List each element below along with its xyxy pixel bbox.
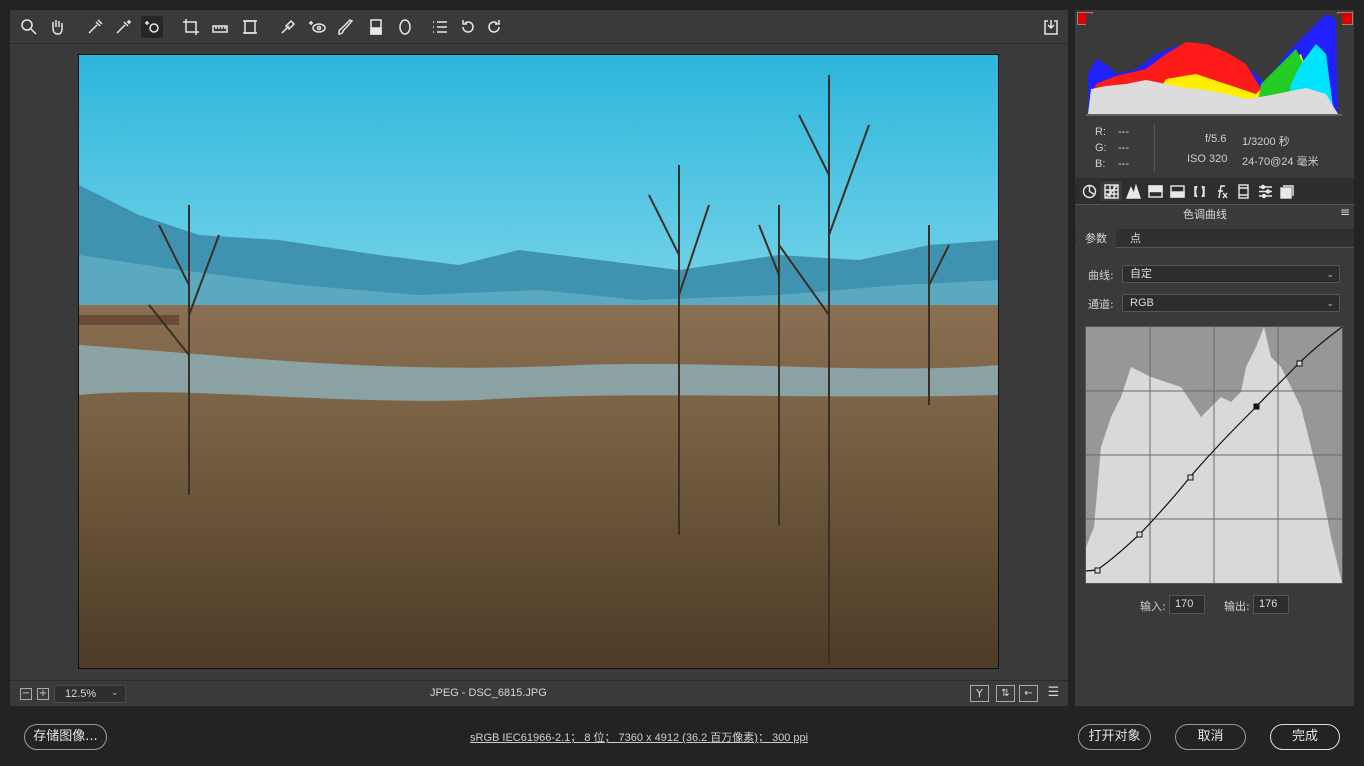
curve-preset-select[interactable]: 自定 ⌄: [1122, 265, 1340, 283]
white-balance-tool-icon[interactable]: [84, 16, 106, 38]
hsl-panel-icon[interactable]: [1144, 181, 1166, 201]
done-button[interactable]: 完成: [1270, 724, 1340, 750]
curve-label: 曲线:: [1088, 269, 1114, 282]
tool-bar: [10, 10, 1068, 44]
curve-point[interactable]: [1187, 474, 1194, 481]
save-image-button[interactable]: 存储图像...: [24, 724, 107, 750]
straighten-tool-icon[interactable]: [209, 16, 231, 38]
rotate-left-icon[interactable]: [457, 16, 479, 38]
panel-divider: [1075, 204, 1354, 205]
curve-point[interactable]: [1136, 531, 1143, 538]
curve-mode-tabs: 参数 点: [1075, 229, 1354, 248]
cancel-button[interactable]: 取消: [1175, 724, 1246, 750]
preferences-list-icon[interactable]: [429, 16, 451, 38]
channel-value: RGB: [1130, 297, 1154, 309]
info-divider: [1154, 124, 1155, 172]
transform-tool-icon[interactable]: [239, 16, 261, 38]
toggle-settings-icon[interactable]: ☰: [1044, 685, 1063, 702]
tab-parametric[interactable]: 参数: [1076, 229, 1116, 248]
shutter-value: 1/3200 秒: [1242, 136, 1290, 148]
workflow-options-link[interactable]: sRGB IEC61966-2.1； 8 位； 7360 x 4912 (36.…: [470, 729, 808, 745]
red-eye-tool-icon[interactable]: [306, 16, 328, 38]
targeted-adjustment-tool-icon[interactable]: [141, 16, 163, 38]
zoom-level-select[interactable]: 12.5% ⌄: [54, 685, 126, 703]
curve-point[interactable]: [1296, 360, 1303, 367]
chevron-down-icon: ⌄: [1326, 298, 1334, 308]
radial-filter-tool-icon[interactable]: [394, 16, 416, 38]
fullscreen-icon[interactable]: [1040, 16, 1062, 38]
snapshots-panel-icon[interactable]: [1276, 181, 1298, 201]
panel-tab-bar: [1075, 178, 1354, 204]
panel-menu-icon[interactable]: ≡: [1340, 205, 1350, 219]
before-after-view-icon[interactable]: Y: [970, 685, 989, 702]
panel-title: 色调曲线: [1183, 208, 1227, 221]
basic-panel-icon[interactable]: [1078, 181, 1100, 201]
rotate-right-icon[interactable]: [483, 16, 505, 38]
zoom-tool-icon[interactable]: [18, 16, 40, 38]
output-field[interactable]: 176: [1253, 595, 1289, 614]
presets-panel-icon[interactable]: [1254, 181, 1276, 201]
lens-corrections-panel-icon[interactable]: [1188, 181, 1210, 201]
landscape-photo: [79, 55, 998, 668]
detail-panel-icon[interactable]: [1122, 181, 1144, 201]
color-sampler-tool-icon[interactable]: [112, 16, 134, 38]
output-label: 输出:: [1224, 600, 1250, 613]
g-value: ---: [1118, 142, 1129, 154]
adjustment-brush-tool-icon[interactable]: [335, 16, 357, 38]
zoom-out-button[interactable]: −: [20, 688, 32, 700]
curve-point[interactable]: [1094, 567, 1101, 574]
file-name: JPEG - DSC_6815.JPG: [430, 687, 547, 699]
g-label: G:: [1095, 142, 1107, 154]
hand-tool-icon[interactable]: [46, 16, 68, 38]
input-field[interactable]: 170: [1169, 595, 1205, 614]
tab-point[interactable]: 点: [1121, 229, 1150, 248]
iso-value: ISO 320: [1187, 153, 1228, 165]
calibration-panel-icon[interactable]: [1232, 181, 1254, 201]
swap-settings-icon[interactable]: ⇅: [996, 685, 1015, 702]
zoom-level-value: 12.5%: [65, 688, 97, 700]
curve-preset-value: 自定: [1130, 268, 1152, 280]
curve-point-selected[interactable]: [1253, 403, 1260, 410]
graduated-filter-tool-icon[interactable]: [365, 16, 387, 38]
histogram: [1086, 14, 1342, 118]
r-label: R:: [1095, 126, 1106, 138]
photo-preview[interactable]: [78, 54, 999, 669]
b-label: B:: [1095, 158, 1106, 170]
input-label: 输入:: [1140, 600, 1166, 613]
spot-removal-tool-icon[interactable]: [277, 16, 299, 38]
b-value: ---: [1118, 158, 1129, 170]
tone-curve-panel-icon[interactable]: [1100, 181, 1122, 201]
channel-select[interactable]: RGB ⌄: [1122, 294, 1340, 312]
chevron-down-icon: ⌄: [111, 688, 119, 698]
lens-value: 24-70@24 毫米: [1242, 156, 1319, 168]
r-value: ---: [1118, 126, 1129, 138]
open-object-button[interactable]: 打开对象: [1078, 724, 1151, 750]
channel-label: 通道:: [1088, 298, 1114, 311]
aperture-value: f/5.6: [1205, 133, 1227, 145]
effects-panel-icon[interactable]: [1210, 181, 1232, 201]
split-toning-panel-icon[interactable]: [1166, 181, 1188, 201]
copy-settings-icon[interactable]: ←: [1019, 685, 1038, 702]
canvas-status-bar: − + 12.5% ⌄ JPEG - DSC_6815.JPG Y ⇅ ← ☰: [10, 680, 1068, 706]
zoom-in-button[interactable]: +: [37, 688, 49, 700]
chevron-down-icon: ⌄: [1326, 269, 1334, 279]
crop-tool-icon[interactable]: [180, 16, 202, 38]
tone-curve-editor[interactable]: [1085, 326, 1343, 584]
